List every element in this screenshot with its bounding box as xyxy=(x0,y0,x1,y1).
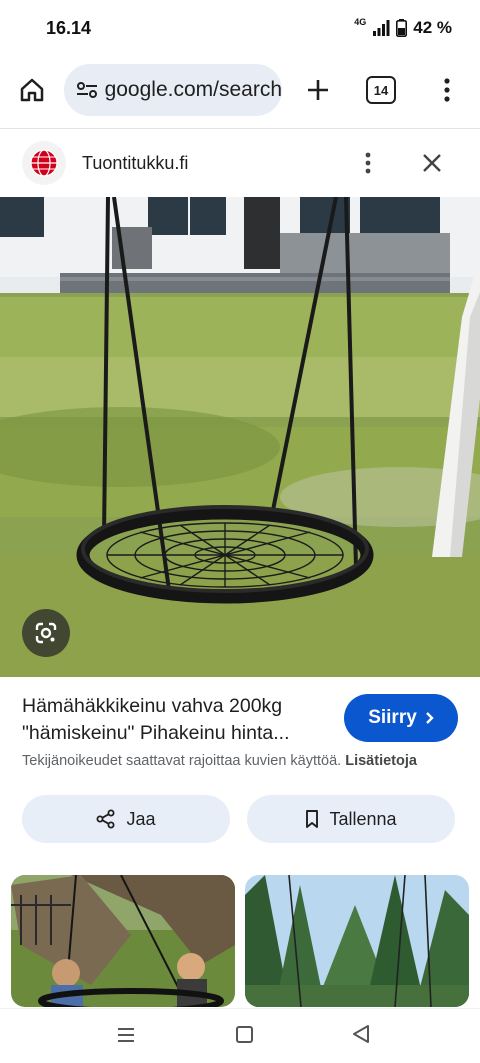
battery-icon xyxy=(396,19,408,37)
image-detail-sheet: Tuontitukku.fi Hämähäkkikeinu vahva 200k… xyxy=(0,128,480,1063)
signal-icon xyxy=(373,20,390,36)
url-text[interactable]: google.com/search xyxy=(105,78,282,102)
result-title[interactable]: Hämähäkkikeinu vahva 200kg "hämiskeinu" … xyxy=(22,693,332,747)
battery-percent: 42 % xyxy=(413,18,452,37)
source-more-button[interactable] xyxy=(356,149,380,177)
browser-toolbar: google.com/search 14 xyxy=(0,58,480,126)
copyright-notice: Tekijänoikeudet saattavat rajoittaa kuvi… xyxy=(22,753,472,769)
more-vert-icon xyxy=(365,152,371,174)
network-type: 4G xyxy=(354,17,367,27)
status-icons: 4G 42 % xyxy=(354,17,452,38)
google-lens-button[interactable] xyxy=(22,609,70,657)
nest-swing-photo xyxy=(0,197,480,677)
save-button[interactable]: Tallenna xyxy=(247,795,455,843)
related-image-1[interactable] xyxy=(11,875,235,1007)
result-title-line-1: Hämähäkkikeinu vahva 200kg xyxy=(22,695,283,717)
share-button[interactable]: Jaa xyxy=(22,795,230,843)
save-label: Tallenna xyxy=(329,808,397,829)
source-header: Tuontitukku.fi xyxy=(0,129,480,197)
bookmark-icon xyxy=(306,810,319,828)
tune-icon[interactable] xyxy=(76,81,101,99)
status-bar: 16.14 4G 42 % xyxy=(0,0,480,58)
learn-more-link[interactable]: Lisätietoja xyxy=(345,753,417,769)
related-image-2[interactable] xyxy=(245,875,469,1007)
nav-home-icon[interactable] xyxy=(236,1026,253,1043)
share-label: Jaa xyxy=(126,808,156,829)
source-name[interactable]: Tuontitukku.fi xyxy=(82,153,188,174)
related-image-forest-swing xyxy=(245,875,469,1007)
share-icon xyxy=(96,809,115,829)
globe-logo-icon xyxy=(30,149,58,177)
source-logo[interactable] xyxy=(22,141,66,185)
main-image[interactable] xyxy=(0,197,480,677)
plus-icon xyxy=(308,80,328,100)
related-image-swing-tree xyxy=(11,875,235,1007)
home-button[interactable] xyxy=(14,72,50,108)
close-icon xyxy=(423,154,441,172)
visit-button[interactable]: Siirry xyxy=(344,694,458,742)
back-icon[interactable] xyxy=(352,1024,370,1044)
more-vert-icon xyxy=(444,78,450,102)
system-navigation-bar xyxy=(0,1008,480,1063)
google-lens-icon xyxy=(35,622,57,644)
chevron-right-icon xyxy=(425,712,434,724)
tab-count: 14 xyxy=(373,82,389,98)
home-icon xyxy=(20,78,44,102)
tab-switcher-button[interactable]: 14 xyxy=(366,76,396,104)
visit-label: Siirry xyxy=(368,707,417,728)
more-menu-button[interactable] xyxy=(432,72,462,108)
url-bar[interactable]: google.com/search xyxy=(64,64,282,116)
recents-icon[interactable] xyxy=(116,1025,136,1045)
status-time: 16.14 xyxy=(46,18,92,38)
result-title-line-2: "hämiskeinu" Pihakeinu hinta... xyxy=(22,722,290,744)
copyright-text: Tekijänoikeudet saattavat rajoittaa kuvi… xyxy=(22,753,342,769)
new-tab-button[interactable] xyxy=(300,72,336,108)
close-button[interactable] xyxy=(418,149,446,177)
